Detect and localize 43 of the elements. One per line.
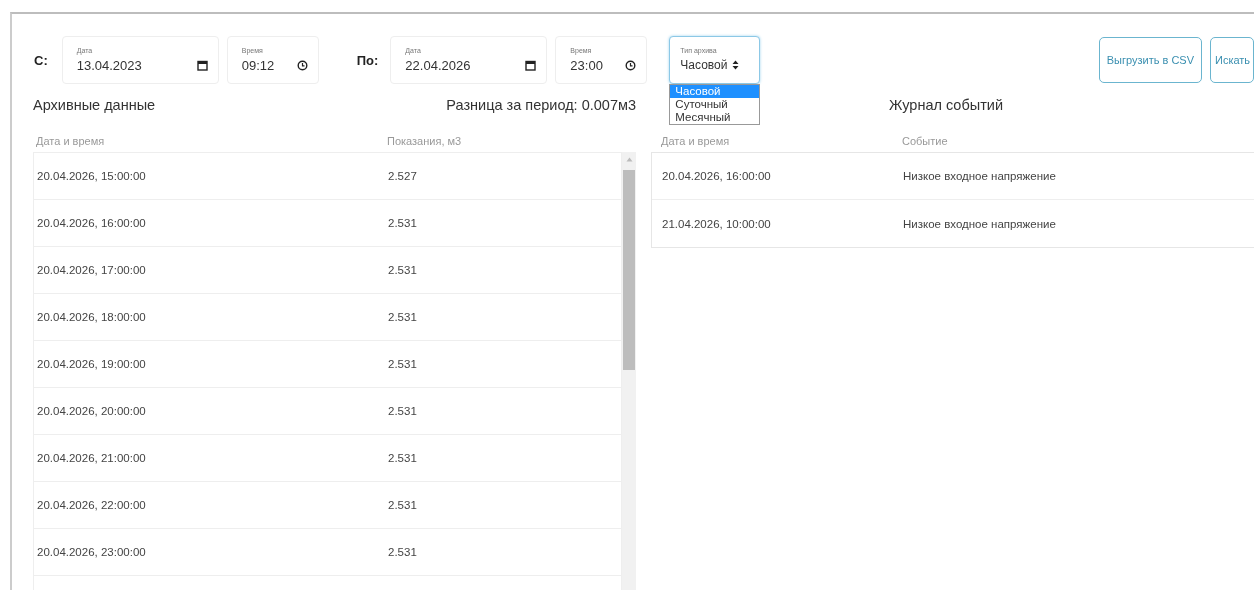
table-cell: 2.531 [388, 358, 417, 370]
table-cell: 2.531 [388, 452, 417, 464]
scrollbar[interactable] [622, 152, 636, 590]
table-cell: 2.531 [388, 546, 417, 558]
table-cell-text: 20.04.2026, 15:00:00 [36, 170, 147, 182]
period-difference: Разница за период: 0.007м3 [446, 97, 636, 113]
table-cell-text: 20.04.2026, 17:00:00 [36, 264, 147, 276]
calendar-icon [525, 59, 537, 71]
table-cell-text: 20.04.2026, 18:00:00 [36, 311, 147, 323]
table-cell: Низкое входное напряжение [903, 170, 1056, 182]
dropdown-option[interactable]: Месячный [670, 111, 760, 124]
column-header: Показания, м3 [387, 135, 462, 147]
table-cell-text: 20.04.2026, 19:00:00 [36, 358, 147, 370]
section-title: Журнал событий [889, 97, 1003, 113]
calendar-icon [196, 59, 208, 71]
table-cell: 2.531 [388, 217, 417, 229]
table-cell-text: 20.04.2026, 21:00:00 [36, 452, 147, 464]
sort-arrows-icon [732, 60, 740, 70]
column-header: Дата и время [35, 135, 106, 147]
table-cell-text: 20.04.2026, 23:00:00 [36, 546, 147, 558]
action-button[interactable]: Выгрузить в CSV [1098, 37, 1202, 83]
clock-icon [625, 59, 637, 71]
clock-icon [296, 59, 308, 71]
action-button[interactable]: Искать [1210, 37, 1254, 83]
table-cell-text: 20.04.2026, 16:00:00 [36, 217, 147, 229]
table-cell-text: 20.04.2026, 20:00:00 [36, 405, 147, 417]
scrollbar-thumb[interactable] [623, 170, 635, 370]
table-cell: Низкое входное напряжение [903, 217, 1056, 230]
table-cell-text: 20.04.2026, 22:00:00 [36, 499, 147, 511]
table-cell-text: 21.04.2026, 10:00:00 [661, 217, 772, 230]
table-cell: 2.531 [388, 499, 417, 511]
column-header: Событие [902, 135, 948, 147]
table-cell: 2.531 [388, 405, 417, 417]
to-label: По: [356, 52, 379, 68]
column-header: Дата и время [660, 135, 731, 147]
dropdown-option[interactable]: Суточный [670, 98, 760, 111]
section-title: Архивные данные [33, 97, 156, 113]
table-cell: 2.527 [388, 170, 417, 182]
table-cell-text: 20.04.2026, 16:00:00 [661, 170, 772, 182]
table-cell: 2.531 [388, 264, 417, 276]
scroll-up-icon[interactable] [625, 157, 633, 162]
table-cell: 2.531 [388, 311, 417, 323]
from-label: С: [34, 52, 48, 68]
